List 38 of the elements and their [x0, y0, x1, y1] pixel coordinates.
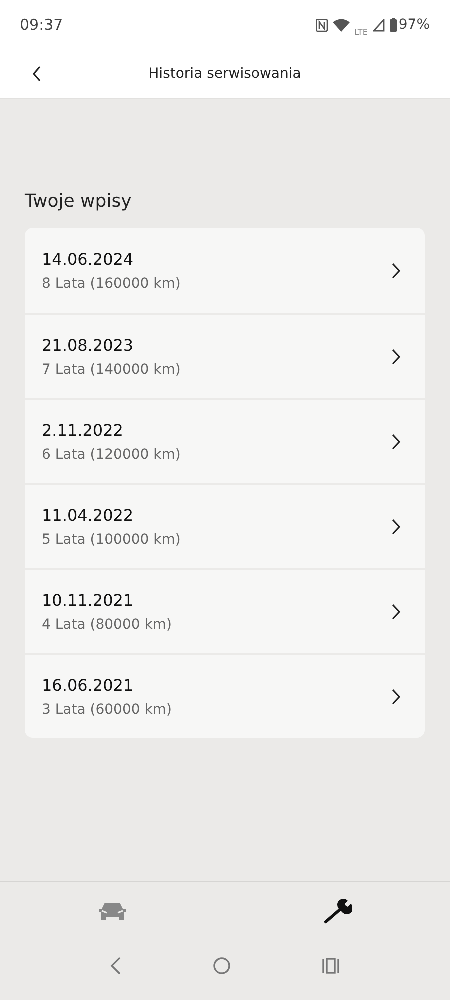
chevron-right-icon — [392, 518, 401, 534]
entry-date: 14.06.2024 — [42, 250, 135, 268]
entry-detail: 6 Lata (120000 km) — [42, 446, 181, 462]
recent-apps-icon[interactable] — [322, 958, 340, 974]
entry-detail: 4 Lata (80000 km) — [42, 616, 172, 632]
chevron-right-icon — [392, 434, 401, 450]
section-title: Twoje wpisy — [25, 191, 133, 212]
wifi-icon — [332, 18, 350, 32]
entry-detail: 7 Lata (140000 km) — [42, 362, 181, 378]
entry-detail: 5 Lata (100000 km) — [42, 532, 181, 548]
network-type: LTE — [354, 28, 368, 36]
entry-date: 11.04.2022 — [42, 506, 135, 524]
entry-detail: 8 Lata (160000 km) — [42, 276, 181, 292]
wrench-icon — [324, 898, 352, 924]
back-icon[interactable] — [32, 66, 42, 82]
entry-detail: 3 Lata (60000 km) — [42, 702, 172, 718]
signal-icon — [372, 18, 385, 32]
status-time: 09:37 — [20, 16, 64, 34]
page-title: Historia serwisowania — [148, 66, 302, 82]
battery-icon — [390, 18, 397, 32]
entry-date: 2.11.2022 — [42, 420, 124, 440]
battery-percent: 97% — [398, 17, 430, 33]
nfc-icon — [316, 18, 328, 32]
service-entry[interactable]: 10.11.2021 4 Lata (80000 km) — [25, 568, 425, 653]
home-icon[interactable] — [212, 957, 231, 975]
service-entry[interactable]: 11.04.2022 5 Lata (100000 km) — [25, 483, 425, 568]
chevron-right-icon — [392, 604, 401, 620]
entry-date: 21.08.2023 — [42, 336, 135, 354]
service-entry[interactable]: 16.06.2021 3 Lata (60000 km) — [25, 653, 425, 738]
chevron-right-icon — [392, 688, 401, 704]
service-entry[interactable]: 14.06.2024 8 Lata (160000 km) — [25, 228, 425, 313]
chevron-right-icon — [392, 348, 401, 364]
entry-date: 16.06.2021 — [42, 676, 135, 694]
chevron-right-icon — [392, 262, 401, 278]
service-entry[interactable]: 21.08.2023 7 Lata (140000 km) — [25, 313, 425, 398]
car-icon — [99, 902, 126, 920]
entry-date: 10.11.2021 — [42, 590, 135, 610]
service-entry[interactable]: 2.11.2022 6 Lata (120000 km) — [25, 398, 425, 483]
